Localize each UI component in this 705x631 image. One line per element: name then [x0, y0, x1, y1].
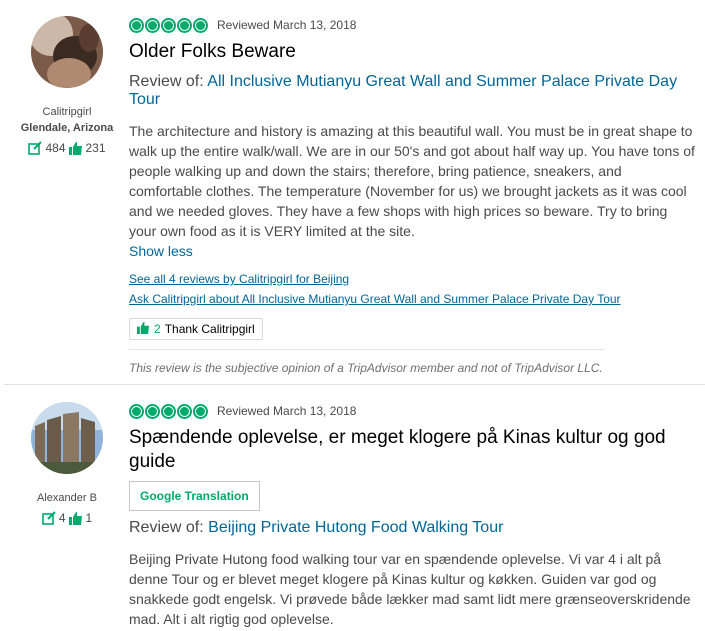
helpful-count: 1: [85, 511, 93, 525]
bubble-rating: [129, 17, 208, 33]
ask-reviewer-link[interactable]: Ask Calitripgirl about All Inclusive Mut…: [129, 292, 621, 306]
rating-bubble-icon: [161, 17, 176, 33]
review-content: Reviewed March 13, 2018 Spændende opleve…: [129, 402, 697, 629]
username[interactable]: Alexander B: [0, 492, 134, 504]
rating-bubble-icon: [145, 403, 160, 419]
thank-label: Thank Calitripgirl: [164, 322, 255, 336]
avatar[interactable]: [31, 402, 103, 474]
user-stats: 4 1: [0, 511, 134, 525]
review-pencil-icon: [28, 141, 43, 155]
thumbs-up-icon: [137, 321, 150, 337]
review-card: Calitripgirl Glendale, Arizona 484 231 R…: [0, 0, 705, 385]
disclaimer-text: This review is the subjective opinion of…: [129, 361, 603, 375]
rating-row: Reviewed March 13, 2018: [129, 402, 697, 420]
user-stats: 484 231: [0, 141, 134, 155]
review-count: 4: [58, 511, 66, 525]
review-of-label: Review of:: [129, 73, 204, 90]
rating-bubble-icon: [193, 17, 208, 33]
thumbs-up-icon: [68, 511, 83, 525]
google-translation-button[interactable]: Google Translation: [129, 481, 260, 511]
review-of-link[interactable]: All Inclusive Mutianyu Great Wall and Su…: [129, 73, 677, 108]
user-location: Glendale, Arizona: [20, 122, 114, 134]
rating-bubble-icon: [161, 403, 176, 419]
review-title[interactable]: Older Folks Beware: [129, 40, 697, 64]
helpful-count: 231: [85, 141, 106, 155]
username[interactable]: Calitripgirl: [0, 106, 134, 118]
show-less-link[interactable]: Show less: [129, 243, 193, 259]
review-pencil-icon: [42, 511, 56, 525]
thank-button[interactable]: 2 Thank Calitripgirl: [129, 318, 263, 340]
review-date: Reviewed March 13, 2018: [217, 404, 357, 418]
review-date: Reviewed March 13, 2018: [217, 18, 357, 32]
thank-count: 2: [154, 322, 161, 336]
rating-bubble-icon: [145, 17, 160, 33]
review-count: 484: [45, 141, 66, 155]
review-of: Review of: All Inclusive Mutianyu Great …: [129, 73, 697, 109]
see-all-reviews-link[interactable]: See all 4 reviews by Calitripgirl for Be…: [129, 272, 349, 286]
rating-bubble-icon: [193, 403, 208, 419]
review-title[interactable]: Spændende oplevelse, er meget klogere på…: [129, 426, 679, 474]
bubble-rating: [129, 403, 208, 419]
rating-bubble-icon: [129, 17, 144, 33]
rating-bubble-icon: [129, 403, 144, 419]
review-content: Reviewed March 13, 2018 Older Folks Bewa…: [129, 16, 697, 377]
review-body: Beijing Private Hutong food walking tour…: [129, 551, 691, 627]
review-card: Alexander B 4 1 Reviewed March 13, 2018 …: [0, 386, 705, 631]
review-of-label: Review of:: [129, 519, 204, 536]
review-divider: [4, 384, 705, 385]
review-of-link[interactable]: Beijing Private Hutong Food Walking Tour: [208, 519, 503, 536]
review-of: Review of: Beijing Private Hutong Food W…: [129, 519, 697, 537]
avatar[interactable]: [31, 16, 103, 88]
rating-row: Reviewed March 13, 2018: [129, 16, 697, 34]
thumbs-up-icon: [68, 141, 83, 155]
rating-bubble-icon: [177, 17, 192, 33]
review-body: The architecture and history is amazing …: [129, 123, 695, 239]
rating-bubble-icon: [177, 403, 192, 419]
